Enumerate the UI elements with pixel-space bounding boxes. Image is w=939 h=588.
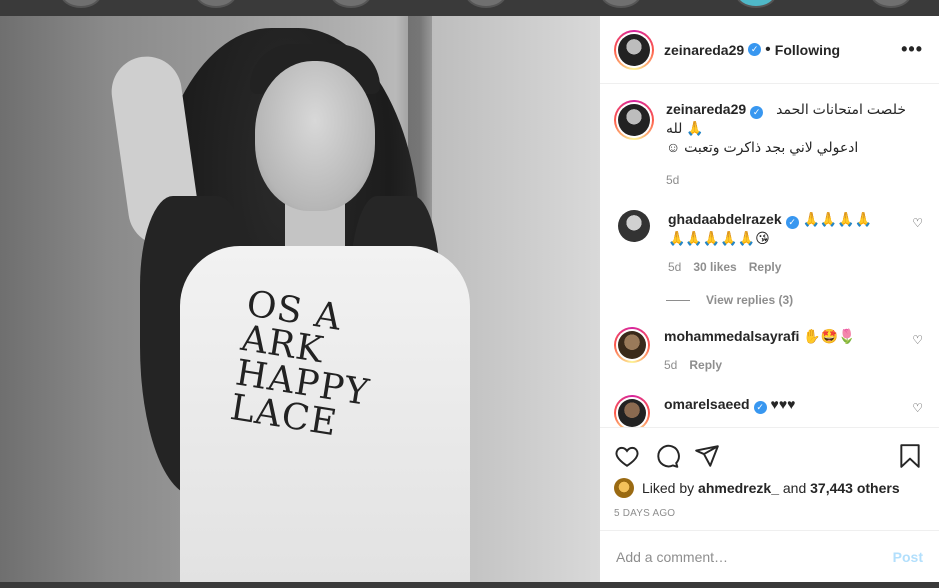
post-side-panel: zeinareda29 ✓ • Following ••• zeinareda2… [600, 16, 939, 582]
share-icon[interactable] [694, 443, 720, 469]
commenter-avatar[interactable] [614, 327, 650, 363]
commenter-username[interactable]: ghadaabdelrazek [668, 211, 782, 227]
post-header: zeinareda29 ✓ • Following ••• [600, 16, 939, 84]
story-bubble[interactable] [60, 0, 102, 8]
bookmark-icon[interactable] [897, 443, 923, 469]
ellipsis-icon[interactable]: ••• [901, 39, 923, 60]
author-avatar[interactable] [614, 29, 654, 70]
liked-by-user[interactable]: ahmedrezk_ [698, 480, 779, 496]
liked-by-others[interactable]: 37,443 others [810, 480, 900, 496]
replies-line [666, 299, 690, 301]
commenter-username[interactable]: omarelsaeed [664, 396, 750, 412]
story-bubble[interactable] [330, 0, 372, 8]
avatar-image [618, 331, 646, 359]
commenter-avatar[interactable] [618, 210, 650, 242]
backdrop-stories-strip [0, 0, 939, 16]
comment-item: omarelsaeed ✓ ♥♥♥ ♡ [614, 395, 923, 427]
avatar-image [618, 399, 646, 427]
comment-icon[interactable] [654, 443, 680, 469]
comment-likes[interactable]: 30 likes [693, 258, 736, 277]
commenter-username[interactable]: mohammedalsayrafi [664, 328, 799, 344]
heart-icon[interactable] [614, 443, 640, 469]
story-bubble[interactable] [195, 0, 237, 8]
liked-by-and: and [782, 480, 807, 496]
commenter-avatar[interactable] [614, 395, 650, 427]
author-username[interactable]: zeinareda29 [664, 42, 744, 58]
caption-avatar[interactable] [614, 100, 654, 140]
story-bubble[interactable] [600, 0, 642, 8]
post-comment-button[interactable]: Post [893, 549, 923, 565]
like-comment-heart-icon[interactable]: ♡ [912, 401, 923, 415]
avatar-image [618, 33, 650, 66]
post-actions: Liked by ahmedrezk_ and 37,443 others 5 … [600, 427, 939, 547]
post-photo[interactable]: OS A ARK HAPPY LACE [0, 16, 600, 582]
verified-badge-icon: ✓ [748, 43, 762, 56]
story-bubble[interactable] [465, 0, 507, 8]
comment-input[interactable] [616, 548, 893, 565]
comment-age: 5d [664, 358, 678, 372]
post-date[interactable]: 5 DAYS AGO [614, 508, 923, 519]
liker-avatar[interactable] [614, 478, 634, 498]
comment-age: 5d [668, 260, 682, 274]
verified-badge-icon: ✓ [785, 216, 799, 229]
post-caption: zeinareda29 ✓ خلصت امتحانات الحمد لله 🙏 ا… [614, 100, 923, 190]
liked-by-prefix: Liked by [642, 480, 695, 496]
comment-text: ✋🤩🌷 [803, 328, 856, 344]
photo-face [255, 61, 375, 211]
view-replies-button[interactable]: View replies (3) [666, 293, 923, 307]
caption-text-line: لله 🙏 [666, 120, 704, 136]
like-comment-heart-icon[interactable]: ♡ [912, 333, 923, 347]
comment-item: mohammedalsayrafi ✋🤩🌷 5d Reply ♡ [614, 327, 923, 375]
verified-badge-icon: ✓ [753, 401, 767, 414]
story-bubble[interactable] [870, 0, 912, 8]
comment-item: ghadaabdelrazek ✓ 🙏🙏🙏🙏 🙏🙏🙏🙏🙏😘 5d 30 likes… [614, 210, 923, 277]
dot-separator: • [765, 40, 771, 58]
backdrop-bottom [0, 582, 939, 588]
reply-button[interactable]: Reply [749, 258, 782, 277]
like-comment-heart-icon[interactable]: ♡ [912, 216, 923, 230]
caption-text-line: خلصت امتحانات الحمد [776, 101, 906, 117]
reply-button[interactable]: Reply [689, 356, 722, 375]
story-bubble[interactable] [735, 0, 777, 8]
following-button[interactable]: Following [775, 42, 840, 58]
likes-summary: Liked by ahmedrezk_ and 37,443 others [614, 478, 923, 498]
add-comment-bar: Post [600, 530, 939, 582]
shirt-print: OS A ARK HAPPY LACE [227, 283, 383, 445]
caption-text-line: ادعولي لاني بجد ذاكرت وتعبت ☺ [666, 139, 859, 155]
comment-text: ♥♥♥ [770, 396, 796, 412]
avatar-image [618, 104, 650, 136]
view-replies-label: View replies (3) [706, 293, 794, 307]
caption-age: 5d [666, 173, 680, 187]
comments-list[interactable]: zeinareda29 ✓ خلصت امتحانات الحمد لله 🙏 ا… [600, 84, 939, 427]
verified-badge-icon: ✓ [750, 106, 764, 119]
caption-username[interactable]: zeinareda29 [666, 101, 746, 117]
